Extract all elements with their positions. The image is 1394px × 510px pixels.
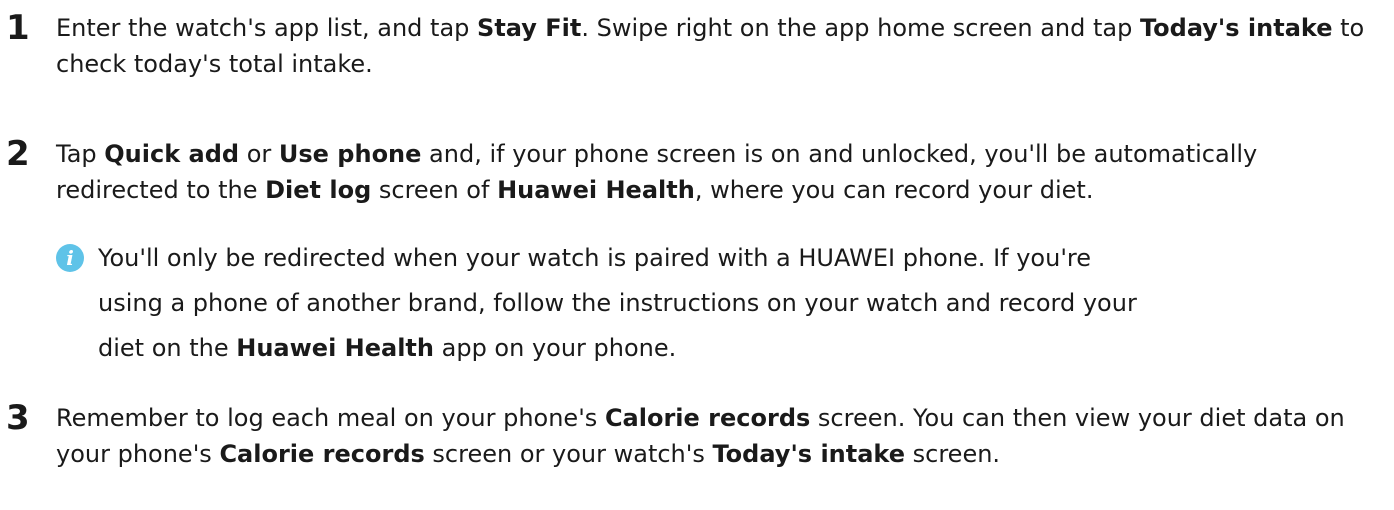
step-segment: screen of <box>371 176 498 204</box>
note-line-1: You'll only be redirected when your watc… <box>98 244 1092 272</box>
step-text: Remember to log each meal on your phone'… <box>56 400 1376 472</box>
step-segment: , where you can record your diet. <box>694 176 1094 204</box>
step-segment: screen or your watch's <box>424 440 713 468</box>
step-text: Tap Quick add or Use phone and, if your … <box>56 136 1376 208</box>
step-segment: . Swipe right on the app home screen and… <box>581 14 1140 42</box>
step-emphasis: Huawei Health <box>497 176 695 204</box>
step-segment: Tap <box>56 140 105 168</box>
note-line-3: diet on the Huawei Health app on your ph… <box>98 326 676 371</box>
step-emphasis: Stay Fit <box>477 14 582 42</box>
step-emphasis: Quick add <box>104 140 240 168</box>
step-number: 2 <box>6 134 30 174</box>
step-emphasis: Today's intake <box>712 440 906 468</box>
step-text: Enter the watch's app list, and tap Stay… <box>56 10 1376 82</box>
step-emphasis: Calorie records <box>219 440 425 468</box>
step-emphasis: Diet log <box>265 176 372 204</box>
step-emphasis: Use phone <box>278 140 422 168</box>
note-emphasis: Huawei Health <box>236 334 434 362</box>
info-icon: i <box>56 244 84 272</box>
note-text: diet on the <box>98 334 237 362</box>
step-segment: Enter the watch's app list, and tap <box>56 14 478 42</box>
step-segment: Remember to log each meal on your phone'… <box>56 404 605 432</box>
step-emphasis: Today's intake <box>1139 14 1333 42</box>
step-emphasis: Calorie records <box>604 404 811 432</box>
step-segment: screen. <box>905 440 1001 468</box>
note-text: app on your phone. <box>434 334 677 362</box>
step-number: 1 <box>6 8 30 48</box>
note-line-2: using a phone of another brand, follow t… <box>98 289 1137 317</box>
step-segment: or <box>239 140 279 168</box>
step-number: 3 <box>6 398 30 438</box>
